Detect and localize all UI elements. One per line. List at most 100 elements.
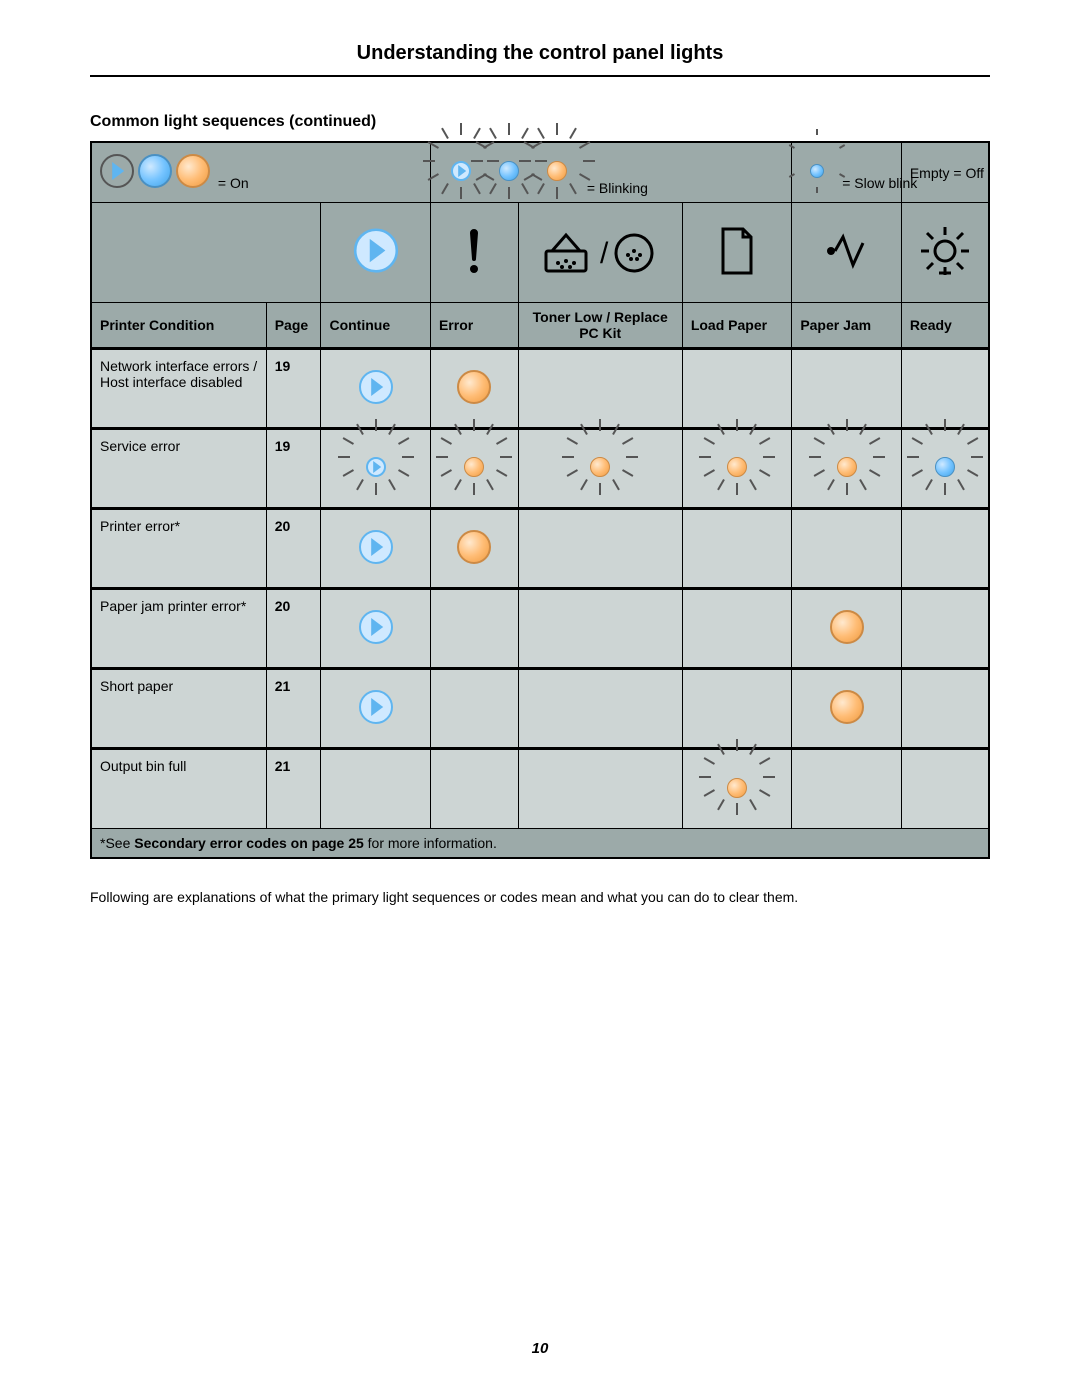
- paperjam-cell: [792, 749, 902, 829]
- led-blink-orange-icon: [578, 445, 622, 492]
- page-cell: 19: [266, 349, 321, 429]
- page-title: Understanding the control panel lights: [90, 42, 990, 65]
- led-blink-orange-icon: [535, 149, 579, 196]
- loadpaper-header-icon: [682, 203, 792, 303]
- loadpaper-cell: [682, 509, 792, 589]
- led-blink-orange-icon: [452, 445, 496, 492]
- led-on-orange-icon: [830, 610, 864, 647]
- col-toner: Toner Low / Replace PC Kit: [518, 303, 682, 349]
- led-on-play-icon: [359, 370, 393, 407]
- col-ready: Ready: [901, 303, 989, 349]
- loadpaper-cell: [682, 749, 792, 829]
- col-error: Error: [430, 303, 518, 349]
- continue-cell: [321, 349, 431, 429]
- legend-row: = On = Blinking = Slow blink Empty = Off: [91, 142, 989, 203]
- led-blink-play-icon: [439, 149, 483, 196]
- loadpaper-cell: [682, 429, 792, 509]
- condition-cell: Output bin full: [91, 749, 266, 829]
- col-loadpaper: Load Paper: [682, 303, 792, 349]
- led-blink-play-icon: [354, 445, 398, 492]
- ready-cell: [901, 749, 989, 829]
- toner-cell: [518, 429, 682, 509]
- page-cell: 20: [266, 589, 321, 669]
- led-on-blue-icon: [138, 154, 172, 191]
- paperjam-cell: [792, 429, 902, 509]
- continue-cell: [321, 669, 431, 749]
- col-condition: Printer Condition: [91, 303, 266, 349]
- led-blink-blue-icon: [923, 445, 967, 492]
- led-blink-orange-icon: [715, 445, 759, 492]
- legend-slow-label: = Slow blink: [842, 175, 917, 191]
- continue-header-icon: [321, 203, 431, 303]
- page-number: 10: [0, 1340, 1080, 1357]
- paperjam-header-icon: [792, 203, 902, 303]
- error-cell: [430, 509, 518, 589]
- col-paperjam: Paper Jam: [792, 303, 902, 349]
- title-rule: [90, 75, 990, 77]
- table-row: Short paper21: [91, 669, 989, 749]
- continue-cell: [321, 589, 431, 669]
- icon-header-blank: [91, 203, 321, 303]
- condition-cell: Short paper: [91, 669, 266, 749]
- legend-blinking: = Blinking: [430, 142, 791, 203]
- loadpaper-cell: [682, 589, 792, 669]
- led-on-orange-icon: [176, 154, 210, 191]
- error-cell: [430, 669, 518, 749]
- led-on-play-icon: [100, 154, 134, 191]
- after-table-text: Following are explanations of what the p…: [90, 889, 990, 905]
- subheading: Common light sequences (continued): [90, 113, 990, 131]
- table-row: Service error19: [91, 429, 989, 509]
- svg-text:/: /: [600, 237, 609, 270]
- led-blink-orange-icon: [715, 766, 759, 813]
- legend-slow: = Slow blink: [792, 142, 902, 203]
- continue-cell: [321, 429, 431, 509]
- toner-cell: [518, 749, 682, 829]
- error-header-icon: [430, 203, 518, 303]
- led-blink-orange-icon: [825, 445, 869, 492]
- page-cell: 21: [266, 669, 321, 749]
- ready-cell: [901, 349, 989, 429]
- col-continue: Continue: [321, 303, 431, 349]
- error-cell: [430, 749, 518, 829]
- column-header-row: Printer Condition Page Continue Error To…: [91, 303, 989, 349]
- error-cell: [430, 349, 518, 429]
- led-on-orange-icon: [457, 370, 491, 407]
- condition-cell: Printer error*: [91, 509, 266, 589]
- footnote-text: *See Secondary error codes on page 25 fo…: [91, 829, 989, 859]
- led-on-orange-icon: [457, 530, 491, 567]
- ready-cell: [901, 669, 989, 749]
- light-sequence-table: = On = Blinking = Slow blink Empty = Off: [90, 141, 990, 859]
- table-row: Paper jam printer error*20: [91, 589, 989, 669]
- table-row: Network interface errors / Host interfac…: [91, 349, 989, 429]
- table-row: Output bin full21: [91, 749, 989, 829]
- continue-cell: [321, 749, 431, 829]
- condition-cell: Service error: [91, 429, 266, 509]
- continue-cell: [321, 509, 431, 589]
- legend-on: = On: [91, 142, 430, 203]
- col-page: Page: [266, 303, 321, 349]
- error-cell: [430, 589, 518, 669]
- ready-cell: [901, 429, 989, 509]
- error-cell: [430, 429, 518, 509]
- table-row: Printer error*20: [91, 509, 989, 589]
- loadpaper-cell: [682, 349, 792, 429]
- led-on-play-icon: [359, 690, 393, 727]
- page-cell: 21: [266, 749, 321, 829]
- paperjam-cell: [792, 589, 902, 669]
- ready-header-icon: [901, 203, 989, 303]
- legend-off: Empty = Off: [901, 142, 989, 203]
- toner-cell: [518, 349, 682, 429]
- icon-header-row: /: [91, 203, 989, 303]
- toner-cell: [518, 509, 682, 589]
- led-on-orange-icon: [830, 690, 864, 727]
- legend-on-label: = On: [218, 175, 249, 191]
- condition-cell: Paper jam printer error*: [91, 589, 266, 669]
- loadpaper-cell: [682, 669, 792, 749]
- toner-cell: [518, 669, 682, 749]
- footnote-bold: Secondary error codes on page 25: [134, 835, 364, 851]
- led-blink-blue-icon: [487, 149, 531, 196]
- led-on-play-icon: [359, 610, 393, 647]
- ready-cell: [901, 509, 989, 589]
- toner-header-icon: /: [518, 203, 682, 303]
- paperjam-cell: [792, 349, 902, 429]
